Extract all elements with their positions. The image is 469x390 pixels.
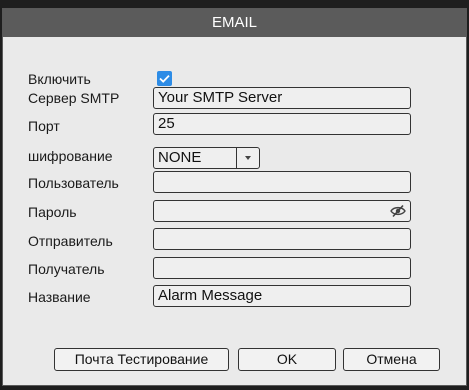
test-email-button[interactable]: Почта Тестирование	[54, 348, 229, 371]
port-label: Порт	[28, 118, 60, 134]
sender-input[interactable]	[153, 228, 411, 250]
dialog-title: EMAIL	[3, 9, 466, 37]
recipient-label: Получатель	[28, 261, 105, 277]
user-input[interactable]	[153, 171, 411, 193]
sender-label: Отправитель	[28, 233, 113, 249]
ok-button[interactable]: OK	[238, 348, 336, 371]
triangle-down-icon	[245, 156, 251, 160]
encryption-select[interactable]: NONE	[153, 147, 260, 169]
smtp-server-label: Сервер SMTP	[28, 90, 120, 106]
port-input[interactable]: 25	[153, 113, 411, 135]
email-dialog: EMAIL Включить Сервер SMTP Your SMTP Ser…	[2, 8, 467, 386]
password-label: Пароль	[28, 204, 77, 220]
password-input[interactable]	[153, 200, 411, 222]
eye-slash-icon[interactable]	[390, 204, 406, 218]
encryption-value: NONE	[158, 149, 202, 166]
encryption-dropdown-button[interactable]	[236, 148, 259, 168]
smtp-server-input[interactable]: Your SMTP Server	[153, 87, 411, 109]
enable-label: Включить	[28, 71, 91, 87]
cancel-button[interactable]: Отмена	[343, 348, 440, 371]
enable-checkbox[interactable]	[157, 71, 172, 86]
encryption-label: шифрование	[28, 148, 113, 164]
user-label: Пользователь	[28, 175, 119, 191]
subject-input[interactable]: Alarm Message	[153, 285, 411, 307]
recipient-input[interactable]	[153, 257, 411, 279]
check-icon	[159, 74, 170, 83]
subject-label: Название	[28, 289, 91, 305]
